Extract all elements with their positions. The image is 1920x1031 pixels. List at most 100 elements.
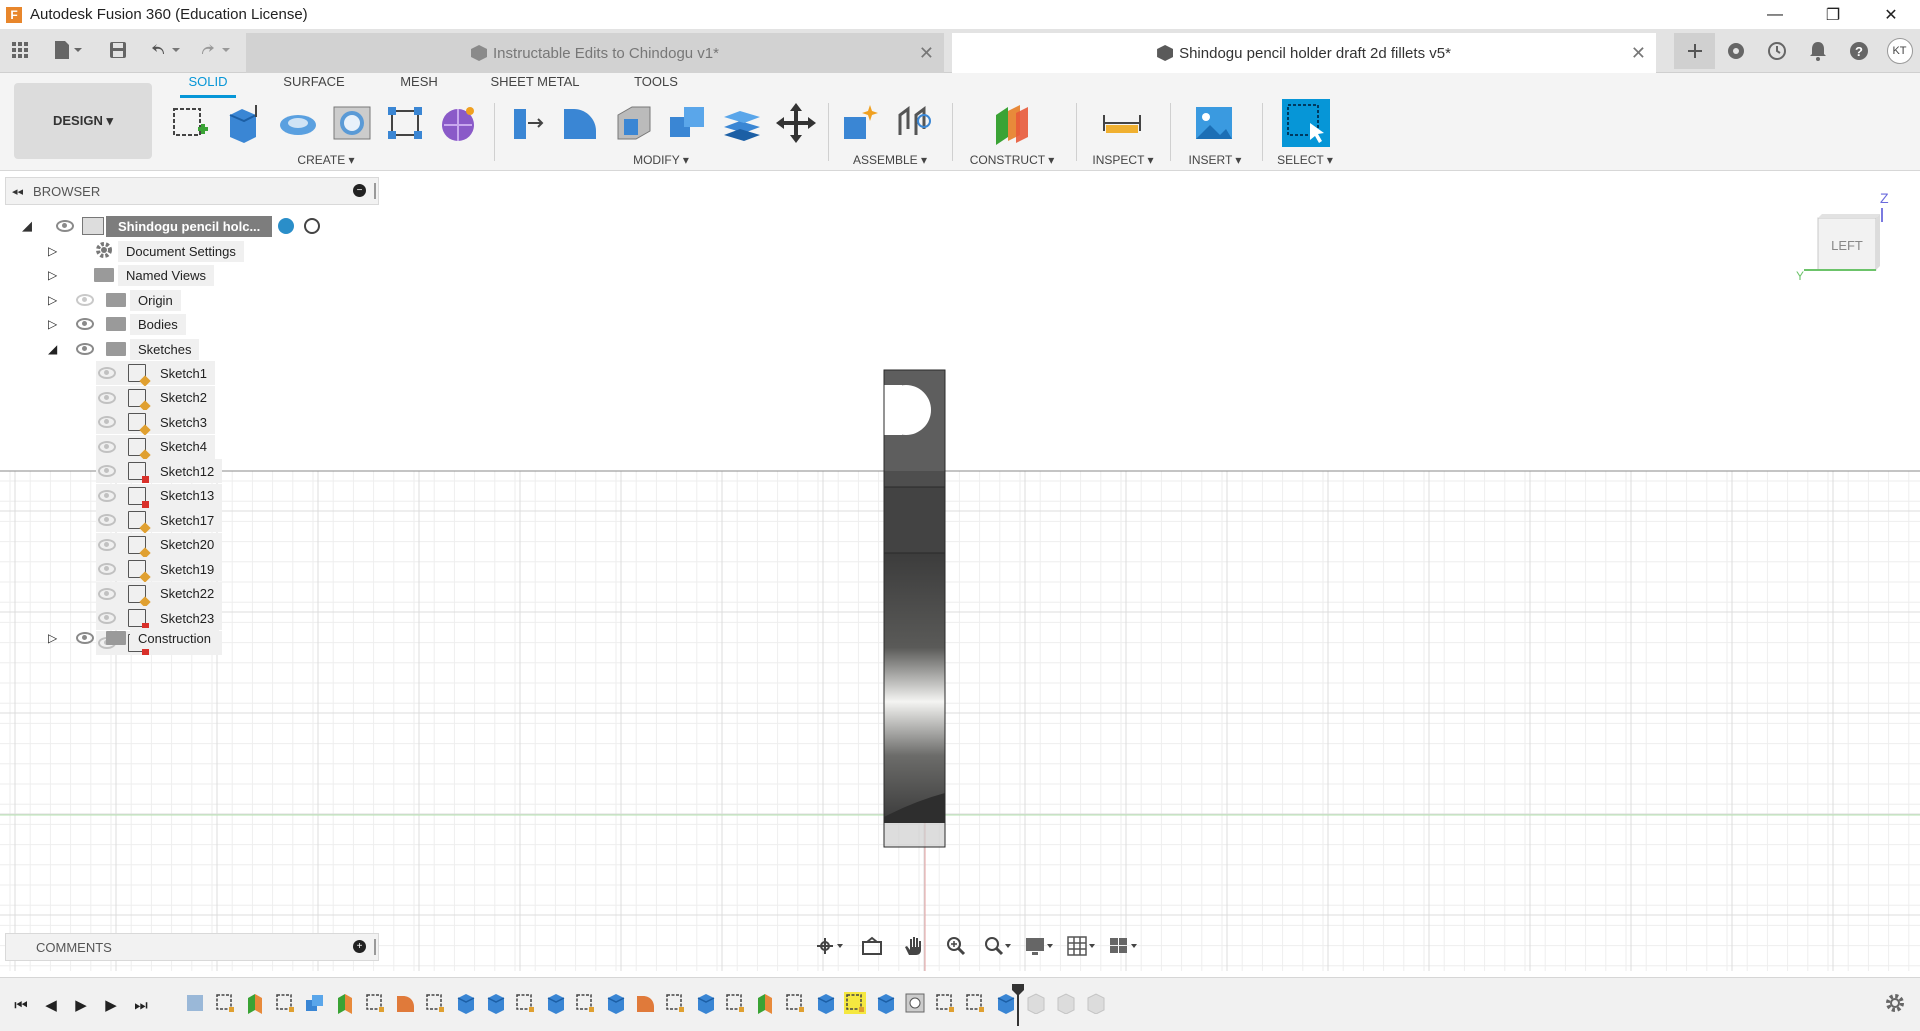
view-cube[interactable]: Z LEFT Y — [1788, 188, 1894, 288]
expand-triangle-icon[interactable]: ▷ — [48, 317, 64, 331]
close-window-button[interactable]: ✕ — [1862, 0, 1920, 29]
sketch-row[interactable]: Sketch4 — [96, 434, 215, 459]
panel-resize-handle[interactable] — [374, 183, 376, 199]
minimize-button[interactable]: — — [1746, 0, 1804, 29]
timeline-feature-extrude[interactable] — [544, 992, 566, 1014]
extrude-icon[interactable] — [222, 101, 266, 145]
timeline-marker[interactable] — [1011, 984, 1025, 1026]
shell-icon[interactable] — [612, 101, 656, 145]
visibility-eye-icon[interactable] — [98, 538, 116, 551]
timeline-feature-plane[interactable] — [244, 992, 266, 1014]
visibility-eye-icon[interactable] — [98, 367, 116, 379]
combine-icon[interactable] — [666, 101, 710, 145]
tab-solid[interactable]: SOLID — [180, 74, 236, 98]
collapse-browser-icon[interactable]: ◂◂ — [12, 185, 23, 198]
timeline-feature-sketch[interactable] — [934, 992, 956, 1014]
new-component-icon[interactable] — [838, 101, 882, 145]
visibility-eye-icon[interactable] — [98, 416, 116, 428]
viewports-icon[interactable] — [1106, 933, 1142, 959]
select-group-label[interactable]: SELECT ▾ — [1268, 153, 1342, 167]
offset-plane-icon[interactable] — [990, 101, 1034, 145]
create-sketch-icon[interactable] — [168, 101, 212, 145]
orbit-icon[interactable] — [812, 933, 848, 959]
pencil-holder-body[interactable] — [881, 369, 946, 848]
timeline-feature-sketch[interactable] — [724, 992, 746, 1014]
expand-triangle-icon[interactable]: ▷ — [48, 244, 64, 258]
expand-triangle-icon[interactable]: ▷ — [48, 293, 64, 307]
create-form-icon[interactable] — [436, 101, 480, 145]
tree-item-named-views[interactable]: ▷ Named Views — [48, 263, 214, 287]
visibility-eye-icon[interactable] — [98, 465, 116, 477]
revolve-icon[interactable] — [276, 101, 320, 145]
timeline-feature-sketch[interactable] — [784, 992, 806, 1014]
activate-radio-icon[interactable] — [304, 218, 321, 234]
file-menu-icon[interactable] — [48, 37, 88, 63]
pattern-icon[interactable] — [384, 101, 428, 145]
look-at-icon[interactable] — [854, 933, 890, 959]
tab-tools[interactable]: TOOLS — [628, 74, 684, 98]
insert-group-label[interactable]: INSERT ▾ — [1180, 153, 1250, 167]
timeline-feature-plane[interactable] — [754, 992, 776, 1014]
sketch-row[interactable]: Sketch12 — [96, 459, 223, 483]
design-viewport[interactable] — [0, 171, 1920, 971]
create-group-label[interactable]: CREATE ▾ — [278, 153, 374, 167]
visibility-eye-icon[interactable] — [98, 440, 116, 453]
document-tab-inactive[interactable]: Instructable Edits to Chindogu v1* ✕ — [246, 33, 944, 73]
insert-image-icon[interactable] — [1192, 101, 1236, 145]
timeline-feature-plane[interactable] — [334, 992, 356, 1014]
grid-snaps-icon[interactable] — [1064, 933, 1100, 959]
extensions-icon[interactable] — [1715, 33, 1756, 69]
visibility-eye-icon[interactable] — [98, 489, 116, 502]
display-settings-icon[interactable] — [1022, 933, 1058, 959]
timeline-feature-sketch[interactable] — [214, 992, 236, 1014]
visibility-eye-icon[interactable] — [76, 343, 94, 355]
tab-close-icon[interactable]: ✕ — [919, 43, 934, 64]
timeline-feature-sketch[interactable] — [964, 992, 986, 1014]
notifications-bell-icon[interactable] — [1797, 33, 1838, 69]
timeline-feature-ghost[interactable] — [1084, 992, 1106, 1014]
measure-icon[interactable] — [1100, 101, 1144, 145]
go-to-end-icon[interactable]: ⏭ — [128, 992, 154, 1018]
browser-minimize-icon[interactable]: − — [353, 184, 366, 197]
timeline-feature-sketch[interactable] — [514, 992, 536, 1014]
sketch-row[interactable]: Sketch1 — [96, 361, 215, 385]
collapse-triangle-icon[interactable]: ◢ — [48, 342, 64, 356]
construct-group-label[interactable]: CONSTRUCT ▾ — [960, 153, 1064, 167]
tab-sheet-metal[interactable]: SHEET METAL — [486, 74, 584, 98]
timeline-feature-extrude[interactable] — [874, 992, 896, 1014]
tree-item-origin[interactable]: ▷ Origin — [48, 288, 181, 312]
timeline-feature-combine[interactable] — [304, 992, 326, 1014]
modify-group-label[interactable]: MODIFY ▾ — [616, 153, 706, 167]
expand-triangle-icon[interactable]: ▷ — [48, 268, 64, 282]
visibility-eye-icon[interactable] — [56, 220, 74, 232]
redo-icon[interactable] — [196, 37, 236, 63]
sketch-row[interactable]: Sketch19 — [96, 557, 223, 581]
collapse-triangle-icon[interactable]: ◢ — [22, 218, 38, 234]
visibility-eye-icon[interactable] — [98, 563, 116, 575]
move-copy-icon[interactable] — [774, 101, 818, 145]
save-icon[interactable] — [106, 37, 130, 63]
new-tab-plus-icon[interactable] — [1674, 33, 1715, 69]
sketch-row[interactable]: Sketch22 — [96, 581, 223, 606]
fit-zoom-icon[interactable] — [980, 933, 1016, 959]
joint-icon[interactable] — [894, 101, 938, 145]
timeline-feature-fillet[interactable] — [634, 992, 656, 1014]
timeline-feature-ghost[interactable] — [1024, 992, 1046, 1014]
restore-button[interactable]: ❐ — [1804, 0, 1862, 29]
assemble-group-label[interactable]: ASSEMBLE ▾ — [840, 153, 940, 167]
visibility-eye-icon[interactable] — [76, 632, 94, 644]
sketch-row[interactable]: Sketch20 — [96, 532, 223, 557]
timeline-feature-extrude[interactable] — [814, 992, 836, 1014]
zoom-icon[interactable] — [938, 933, 974, 959]
sketch-row[interactable]: Sketch17 — [96, 508, 223, 532]
tab-close-icon[interactable]: ✕ — [1631, 43, 1646, 64]
add-comment-icon[interactable]: + — [353, 940, 366, 953]
tab-surface[interactable]: SURFACE — [276, 74, 352, 98]
root-component-label[interactable]: Shindogu pencil holc... — [106, 215, 273, 237]
visibility-eye-icon[interactable] — [98, 612, 116, 624]
tree-item-construction[interactable]: ▷ Construction — [48, 626, 219, 650]
visibility-eye-icon[interactable] — [98, 587, 116, 600]
press-pull-icon[interactable] — [504, 101, 548, 145]
undo-icon[interactable] — [146, 37, 186, 63]
user-account-button[interactable]: KT — [1879, 33, 1920, 69]
